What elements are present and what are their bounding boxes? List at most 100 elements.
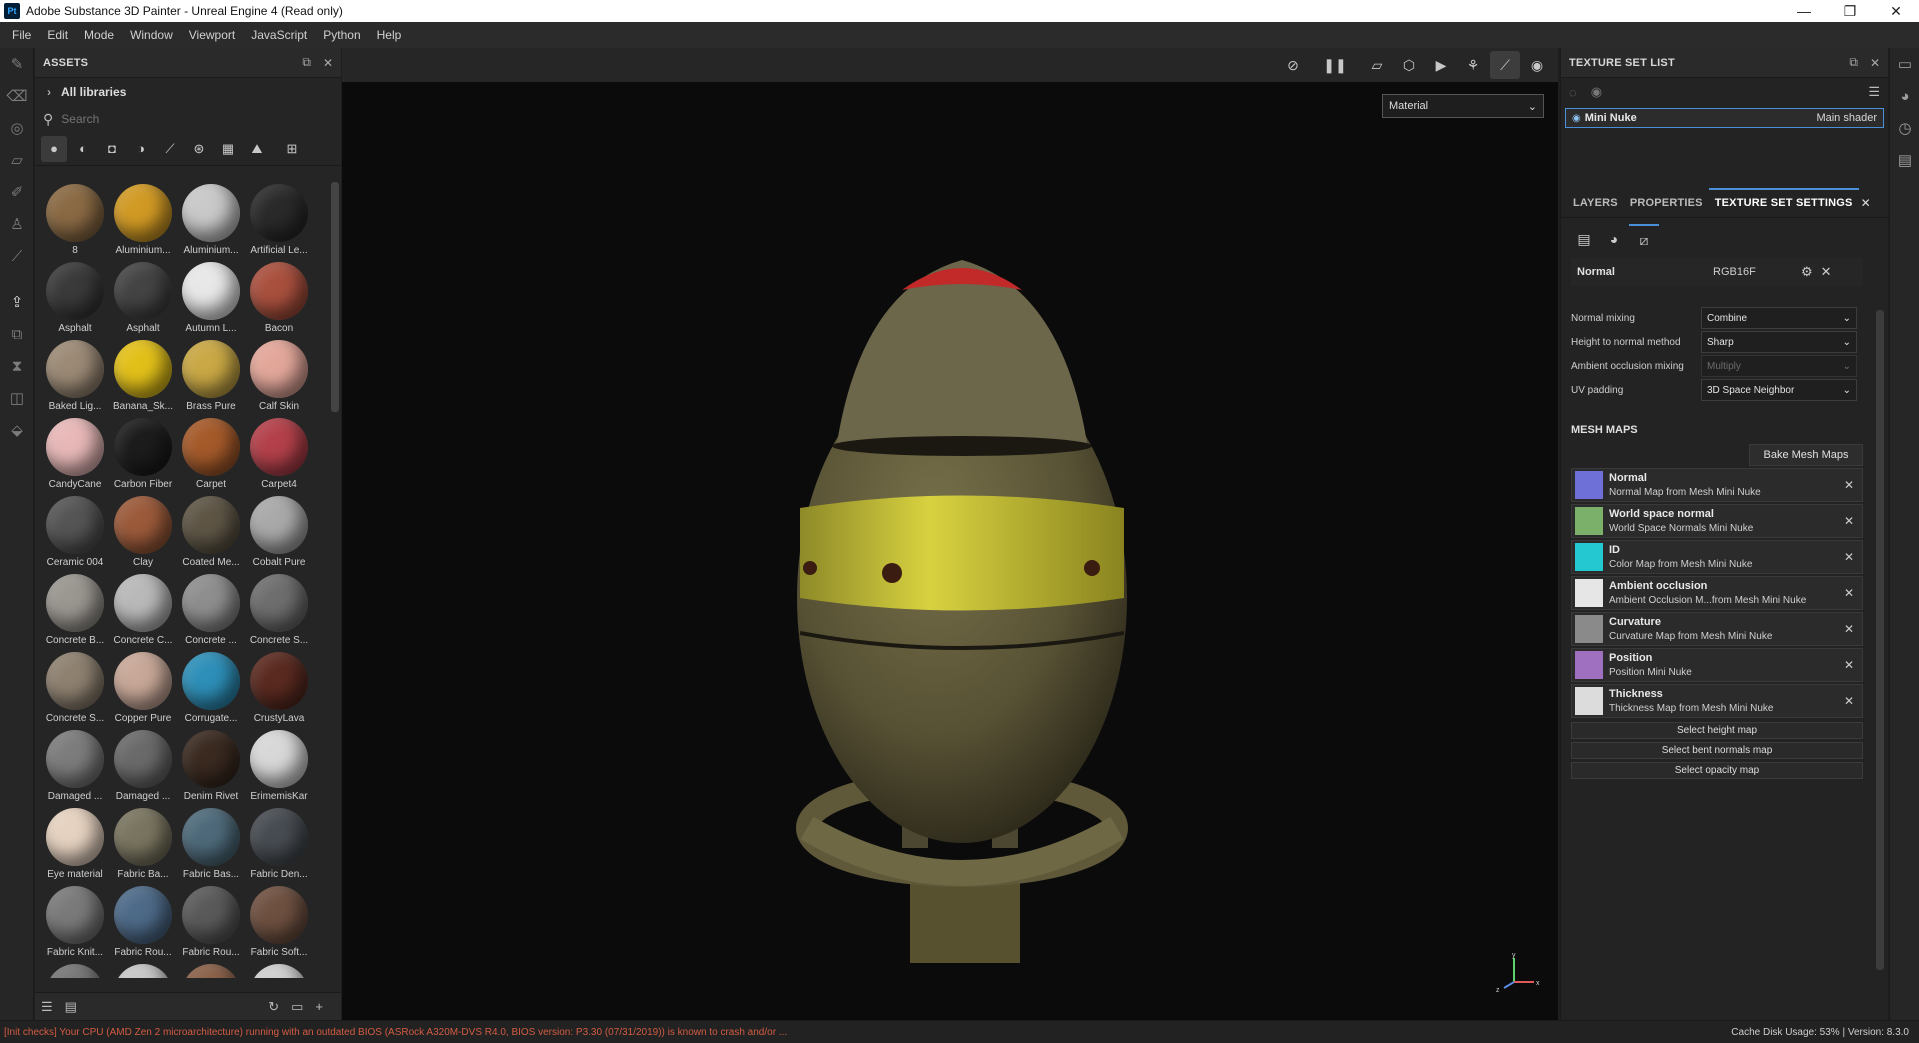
mesh-map-item[interactable]: World space normal World Space Normals Mi…	[1571, 504, 1863, 538]
select-height-map-button[interactable]: Select height map	[1571, 722, 1863, 739]
select-bent-normals-map-button[interactable]: Select bent normals map	[1571, 742, 1863, 759]
remove-map-icon[interactable]: ✕	[1844, 658, 1854, 672]
history-icon[interactable]: ◷	[1890, 112, 1919, 144]
projection-icon[interactable]: ◎	[0, 112, 34, 144]
cube-icon[interactable]: ⬡	[1394, 51, 1424, 79]
materials-filter-icon[interactable]: ●	[41, 135, 67, 162]
shader-name[interactable]: Main shader	[1816, 112, 1877, 124]
remove-map-icon[interactable]: ✕	[1844, 550, 1854, 564]
asset-item[interactable]: Concrete ...	[177, 570, 245, 648]
asset-item[interactable]: Damaged ...	[109, 726, 177, 804]
symmetry-icon[interactable]: ⚘	[1458, 51, 1488, 79]
asset-item[interactable]: Fabric Bas...	[177, 804, 245, 882]
mesh-map-item[interactable]: Position Position Mini Nuke ✕	[1571, 648, 1863, 682]
color-picker-icon[interactable]: ⟋	[0, 240, 34, 272]
menu-python[interactable]: Python	[315, 28, 368, 42]
asset-item[interactable]: ErimemisKar	[245, 726, 313, 804]
menu-file[interactable]: File	[4, 28, 39, 42]
asset-item[interactable]: Banana_Sk...	[109, 336, 177, 414]
texture-set-row[interactable]: ◉ Mini Nuke Main shader	[1565, 108, 1884, 128]
asset-item[interactable]: Artificial Le...	[245, 180, 313, 258]
settings-scrollbar[interactable]	[1876, 310, 1884, 970]
select-opacity-map-button[interactable]: Select opacity map	[1571, 762, 1863, 779]
shader-settings-icon[interactable]: ◕	[1890, 80, 1919, 112]
menu-help[interactable]: Help	[369, 28, 410, 42]
masks-filter-icon[interactable]: ◘	[99, 136, 125, 162]
remove-map-icon[interactable]: ✕	[1844, 514, 1854, 528]
pause-icon[interactable]: ❚❚	[1320, 51, 1350, 79]
tab-layers[interactable]: LAYERS	[1567, 188, 1624, 218]
smart-materials-filter-icon[interactable]: ◐	[70, 136, 96, 162]
asset-item[interactable]: Carpet4	[245, 414, 313, 492]
asset-item[interactable]: Asphalt	[41, 258, 109, 336]
remove-map-icon[interactable]: ✕	[1844, 586, 1854, 600]
height-to-normal-dropdown[interactable]: Sharp ⌄	[1701, 331, 1857, 353]
asset-item[interactable]: Ceramic 004	[41, 492, 109, 570]
mesh-maps-icon[interactable]: ⧄	[1629, 224, 1659, 254]
grid-view-icon[interactable]: ⊞	[279, 136, 305, 162]
asset-item[interactable]: Fabric Soft...	[245, 882, 313, 960]
library-selector[interactable]: › All libraries	[35, 78, 341, 106]
paint-mode-icon[interactable]: ⟋	[1490, 51, 1520, 79]
asset-item[interactable]: Cobalt Pure	[245, 492, 313, 570]
bake-mesh-maps-button[interactable]: Bake Mesh Maps	[1749, 444, 1863, 466]
asset-item[interactable]: Fabric Den...	[245, 804, 313, 882]
asset-item[interactable]: Autumn L...	[177, 258, 245, 336]
asset-item[interactable]: Copper Pure	[109, 648, 177, 726]
gear-icon[interactable]: ⚙	[1801, 264, 1813, 280]
normal-format-label[interactable]: RGB16F	[1713, 266, 1793, 278]
menu-viewport[interactable]: Viewport	[181, 28, 243, 42]
hide-icon[interactable]: ◌	[1569, 85, 1577, 100]
camera-icon[interactable]: ▶	[1426, 51, 1456, 79]
log-icon[interactable]: ▤	[1890, 144, 1919, 176]
eye-icon[interactable]: ◉	[1591, 84, 1602, 100]
list-options-icon[interactable]: ▤	[65, 999, 77, 1015]
procedurals-filter-icon[interactable]: ◑	[128, 136, 154, 162]
asset-item[interactable]: Aluminium...	[109, 180, 177, 258]
uv-padding-dropdown[interactable]: 3D Space Neighbor ⌄	[1701, 379, 1857, 401]
asset-item[interactable]: Asphalt	[109, 258, 177, 336]
asset-item[interactable]	[109, 960, 177, 978]
tab-texture-set-settings[interactable]: TEXTURE SET SETTINGS	[1708, 187, 1859, 218]
normal-mixing-dropdown[interactable]: Combine ⌄	[1701, 307, 1857, 329]
close-panel-icon[interactable]: ✕	[1870, 56, 1880, 70]
screenshot-icon[interactable]: ◉	[1522, 51, 1552, 79]
mesh-map-item[interactable]: ID Color Map from Mesh Mini Nuke ✕	[1571, 540, 1863, 574]
minimize-button[interactable]: —	[1781, 0, 1827, 22]
remove-map-icon[interactable]: ✕	[1844, 622, 1854, 636]
eraser-icon[interactable]: ⌫	[0, 80, 34, 112]
asset-item[interactable]: CrustyLava	[245, 648, 313, 726]
view-mode-dropdown[interactable]: Material ⌄	[1382, 94, 1544, 118]
close-window-button[interactable]: ✕	[1873, 0, 1919, 22]
view-2d-3d-icon[interactable]: ▱	[1362, 51, 1392, 79]
asset-item[interactable]: Bacon	[245, 258, 313, 336]
filter-options-icon[interactable]: ☰	[41, 999, 53, 1015]
asset-item[interactable]: Carpet	[177, 414, 245, 492]
asset-item[interactable]: Fabric Ba...	[109, 804, 177, 882]
hide-overlay-icon[interactable]: ⊘	[1278, 51, 1308, 79]
asset-item[interactable]: Concrete S...	[245, 570, 313, 648]
particles-filter-icon[interactable]: ⊛	[186, 136, 212, 162]
close-icon[interactable]: ✕	[1821, 264, 1832, 280]
asset-item[interactable]: Fabric Rou...	[109, 882, 177, 960]
close-tab-icon[interactable]: ✕	[1861, 196, 1871, 210]
shader-ball-icon[interactable]: ◕	[1599, 224, 1629, 254]
menu-icon[interactable]: ☰	[1868, 84, 1880, 100]
remove-map-icon[interactable]: ✕	[1844, 694, 1854, 708]
assets-scrollbar[interactable]	[331, 182, 339, 412]
history-stack-icon[interactable]: ⧗	[0, 350, 34, 382]
environments-filter-icon[interactable]: ⛰	[244, 136, 270, 162]
asset-item[interactable]: Fabric Knit...	[41, 882, 109, 960]
asset-item[interactable]	[245, 960, 313, 978]
smudge-icon[interactable]: ✐	[0, 176, 34, 208]
texture-set-list-icon[interactable]: ▭	[1890, 48, 1919, 80]
add-asset-icon[interactable]: +	[315, 999, 323, 1014]
remove-map-icon[interactable]: ✕	[1844, 478, 1854, 492]
channels-icon[interactable]: ▤	[1569, 224, 1599, 254]
asset-item[interactable]: Corrugate...	[177, 648, 245, 726]
mesh-map-item[interactable]: Normal Normal Map from Mesh Mini Nuke ✕	[1571, 468, 1863, 502]
asset-item[interactable]: Eye material	[41, 804, 109, 882]
asset-item[interactable]: Aluminium...	[177, 180, 245, 258]
asset-item[interactable]	[177, 960, 245, 978]
layers-stack-icon[interactable]: ◫	[0, 382, 34, 414]
